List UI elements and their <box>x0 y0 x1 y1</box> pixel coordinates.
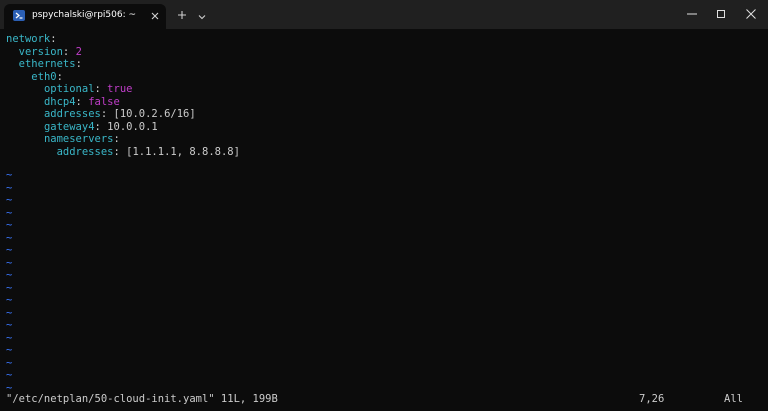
empty-line-tilde: ~ <box>6 269 13 281</box>
editor-line: addresses: [1.1.1.1, 8.8.8.8] <box>6 146 240 159</box>
yaml-key: nameservers <box>43 133 114 145</box>
yaml-value: true <box>107 83 133 95</box>
editor-line: dhcp4: false <box>6 96 120 109</box>
status-cursor-position: 7,26 <box>639 393 665 405</box>
status-scroll-position: All <box>724 393 743 405</box>
empty-line-tilde: ~ <box>6 344 13 356</box>
yaml-key: eth0 <box>31 70 57 83</box>
yaml-separator: : <box>50 33 57 45</box>
empty-line-tilde: ~ <box>6 181 13 194</box>
minimize-icon[interactable] <box>677 4 707 24</box>
empty-line-tilde: ~ <box>6 356 13 369</box>
yaml-value: false <box>88 95 120 108</box>
yaml-value: [10.0.2.6/16] <box>113 108 196 120</box>
empty-line-tilde: ~ <box>6 244 13 256</box>
title-bar: pspychalski@rpi506: ~ <box>0 0 768 29</box>
empty-line-tilde: ~ <box>6 306 13 319</box>
empty-line-tilde: ~ <box>6 331 13 344</box>
yaml-value: 10.0.0.1 <box>107 120 158 133</box>
yaml-value: 2 <box>75 45 82 58</box>
yaml-key: dhcp4 <box>43 95 76 108</box>
terminal-tab[interactable]: pspychalski@rpi506: ~ <box>4 4 166 29</box>
editor-line: optional: true <box>6 83 133 96</box>
yaml-key: addresses <box>43 108 101 120</box>
yaml-key: network <box>6 33 51 45</box>
empty-line-tilde: ~ <box>6 206 13 219</box>
empty-line-tilde: ~ <box>6 319 13 331</box>
editor-line: network: <box>6 33 57 46</box>
close-icon[interactable] <box>736 4 766 24</box>
empty-line-tilde: ~ <box>6 219 13 231</box>
empty-line-tilde: ~ <box>6 231 13 244</box>
status-file-info: "/etc/netplan/50-cloud-init.yaml" 11L, 1… <box>6 393 278 405</box>
maximize-icon[interactable] <box>706 4 736 24</box>
editor-line: nameservers: <box>6 133 120 146</box>
yaml-separator: : <box>100 108 114 120</box>
yaml-separator: : <box>113 133 120 145</box>
yaml-key: ethernets <box>18 58 76 70</box>
yaml-key: addresses <box>56 145 114 158</box>
empty-line-tilde: ~ <box>6 369 13 381</box>
plus-icon[interactable] <box>176 7 188 21</box>
empty-line-tilde: ~ <box>6 256 13 269</box>
yaml-separator: : <box>56 70 63 83</box>
yaml-separator: : <box>75 95 89 108</box>
editor-line: eth0: <box>6 71 63 84</box>
tab-close-icon[interactable] <box>149 8 161 22</box>
chevron-down-icon[interactable] <box>196 8 208 20</box>
yaml-separator: : <box>62 45 76 58</box>
editor-line: version: 2 <box>6 46 82 59</box>
editor-line: gateway4: 10.0.0.1 <box>6 121 158 134</box>
tab-title: pspychalski@rpi506: ~ <box>32 10 137 20</box>
yaml-key: gateway4 <box>43 120 95 133</box>
editor-line: addresses: [10.0.2.6/16] <box>6 108 196 121</box>
yaml-key: version <box>18 45 63 58</box>
empty-line-tilde: ~ <box>6 194 13 206</box>
yaml-key: optional <box>43 83 95 95</box>
yaml-separator: : <box>113 145 127 158</box>
yaml-separator: : <box>75 58 82 70</box>
empty-line-tilde: ~ <box>6 169 13 181</box>
powershell-icon <box>13 10 25 21</box>
yaml-value: [1.1.1.1, 8.8.8.8] <box>126 145 240 158</box>
empty-line-tilde: ~ <box>6 281 13 294</box>
terminal-pane[interactable]: network: version: 2 ethernets: eth0: opt… <box>0 29 768 411</box>
empty-line-tilde: ~ <box>6 294 13 306</box>
editor-line: ethernets: <box>6 58 82 71</box>
yaml-separator: : <box>94 83 108 95</box>
yaml-separator: : <box>94 120 108 133</box>
